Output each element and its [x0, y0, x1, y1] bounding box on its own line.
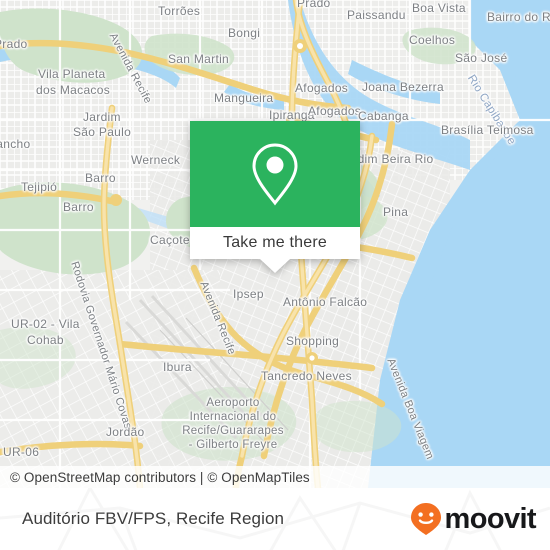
moovit-map-screen: Torrões Prado Paissandu Boa Vista Bairro…: [0, 0, 550, 550]
attribution-text: © OpenStreetMap contributors | © OpenMap…: [10, 469, 310, 485]
callout-pointer: [260, 259, 290, 273]
map-pin-icon: [252, 143, 298, 206]
callout-header: [190, 121, 360, 227]
page-title: Auditório FBV/FPS, Recife Region: [22, 509, 285, 528]
map-attribution: © OpenStreetMap contributors | © OpenMap…: [0, 466, 550, 488]
moovit-smiley-pin-icon: [410, 503, 441, 535]
location-callout-card[interactable]: Take me there: [190, 121, 360, 273]
take-me-there-label: Take me there: [223, 234, 327, 251]
take-me-there-button[interactable]: Take me there: [190, 227, 360, 259]
map-canvas[interactable]: Torrões Prado Paissandu Boa Vista Bairro…: [0, 0, 550, 488]
moovit-logo: moovit: [409, 488, 537, 550]
moovit-wordmark: moovit: [444, 502, 537, 535]
footer-bar: Auditório FBV/FPS, Recife Region moovit: [0, 488, 550, 550]
